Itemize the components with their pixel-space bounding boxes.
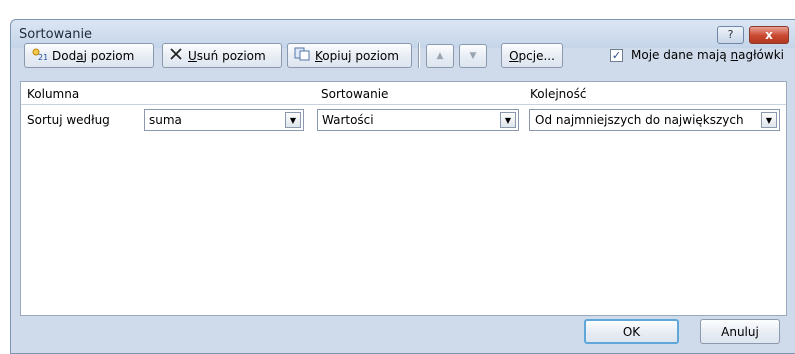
headers-checkbox-label: Moje dane mają nagłówki: [631, 48, 784, 62]
header-divider: [21, 104, 786, 105]
column-select-value: suma: [149, 113, 182, 127]
delete-icon: [169, 47, 183, 64]
delete-level-label: Usuń poziom: [188, 48, 266, 63]
add-level-button[interactable]: 21 Dodaj poziom: [24, 43, 154, 68]
move-down-button[interactable]: ▼: [459, 44, 487, 68]
order-select-value: Od najmniejszych do największych: [535, 113, 744, 127]
down-arrow-icon: ▼: [469, 51, 477, 61]
svg-text:21: 21: [38, 53, 47, 61]
sort-levels-grid: Kolumna Sortowanie Kolejność Sortuj wedł…: [20, 81, 787, 316]
dialog-title: Sortowanie: [19, 27, 93, 42]
sort-on-select[interactable]: Wartości ▼: [317, 109, 519, 131]
move-up-button[interactable]: ▲: [426, 44, 454, 68]
options-button[interactable]: Opcje...: [501, 43, 563, 68]
chevron-down-icon[interactable]: ▼: [285, 112, 301, 128]
options-label: Opcje...: [509, 48, 555, 63]
close-button[interactable]: x: [749, 26, 789, 44]
headers-checkbox[interactable]: ✓: [610, 48, 623, 62]
copy-icon: [294, 47, 310, 64]
delete-level-button[interactable]: Usuń poziom: [162, 43, 282, 68]
order-select[interactable]: Od najmniejszych do największych ▼: [529, 109, 780, 131]
chevron-down-icon[interactable]: ▼: [500, 112, 516, 128]
headers-checkbox-row[interactable]: ✓ Moje dane mają nagłówki: [610, 48, 784, 62]
add-level-icon: 21: [31, 47, 48, 64]
add-level-label: Dodaj poziom: [52, 48, 135, 63]
cancel-button[interactable]: Anuluj: [700, 319, 780, 344]
sort-on-header: Sortowanie: [321, 87, 389, 101]
sort-by-label: Sortuj według: [27, 113, 110, 127]
toolbar-separator: [418, 43, 420, 68]
ok-button[interactable]: OK: [584, 319, 679, 344]
column-select[interactable]: suma ▼: [144, 109, 304, 131]
order-header: Kolejność: [530, 87, 587, 101]
up-arrow-icon: ▲: [436, 51, 444, 61]
copy-level-label: Kopiuj poziom: [315, 48, 399, 63]
column-header: Kolumna: [27, 87, 80, 101]
copy-level-button[interactable]: Kopiuj poziom: [287, 43, 412, 68]
help-button[interactable]: ?: [717, 26, 744, 44]
sort-on-select-value: Wartości: [322, 113, 374, 127]
chevron-down-icon[interactable]: ▼: [761, 112, 777, 128]
